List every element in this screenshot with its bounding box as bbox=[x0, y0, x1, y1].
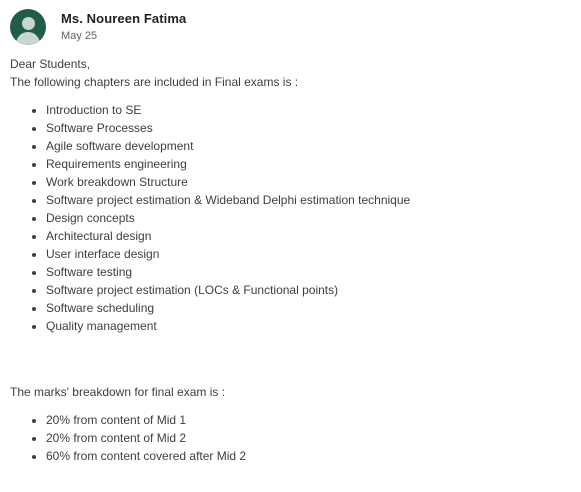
list-item: Work breakdown Structure bbox=[46, 173, 570, 191]
list-item: Design concepts bbox=[46, 209, 570, 227]
marks-intro: The marks' breakdown for final exam is : bbox=[10, 385, 226, 399]
list-item: 20% from content of Mid 1 bbox=[46, 411, 570, 429]
intro-text: The following chapters are included in F… bbox=[10, 75, 299, 89]
list-item: Software testing bbox=[46, 263, 570, 281]
list-item: Introduction to SE bbox=[46, 101, 570, 119]
post-header-text: Ms. Noureen Fatima May 25 bbox=[61, 11, 186, 43]
avatar-person-icon[interactable] bbox=[10, 9, 46, 45]
list-item: User interface design bbox=[46, 245, 570, 263]
author-name[interactable]: Ms. Noureen Fatima bbox=[61, 11, 186, 27]
greeting: Dear Students, bbox=[10, 57, 91, 71]
list-item: Architectural design bbox=[46, 227, 570, 245]
marks-list: 20% from content of Mid 1 20% from conte… bbox=[10, 411, 570, 465]
list-item: 60% from content covered after Mid 2 bbox=[46, 447, 570, 465]
list-item: Quality management bbox=[46, 317, 570, 335]
post-date: May 25 bbox=[61, 30, 98, 42]
list-item: Software project estimation & Wideband D… bbox=[46, 191, 570, 209]
list-item: Requirements engineering bbox=[46, 155, 570, 173]
avatar-body bbox=[16, 32, 40, 45]
post-content: Dear Students, The following chapters ar… bbox=[10, 55, 570, 465]
avatar-head bbox=[21, 17, 35, 30]
list-item: 20% from content of Mid 2 bbox=[46, 429, 570, 447]
post-header: Ms. Noureen Fatima May 25 bbox=[10, 9, 186, 45]
list-item: Software project estimation (LOCs & Func… bbox=[46, 281, 570, 299]
list-item: Agile software development bbox=[46, 137, 570, 155]
list-item: Software Processes bbox=[46, 119, 570, 137]
list-item: Software scheduling bbox=[46, 299, 570, 317]
chapter-list: Introduction to SE Software Processes Ag… bbox=[10, 101, 570, 335]
